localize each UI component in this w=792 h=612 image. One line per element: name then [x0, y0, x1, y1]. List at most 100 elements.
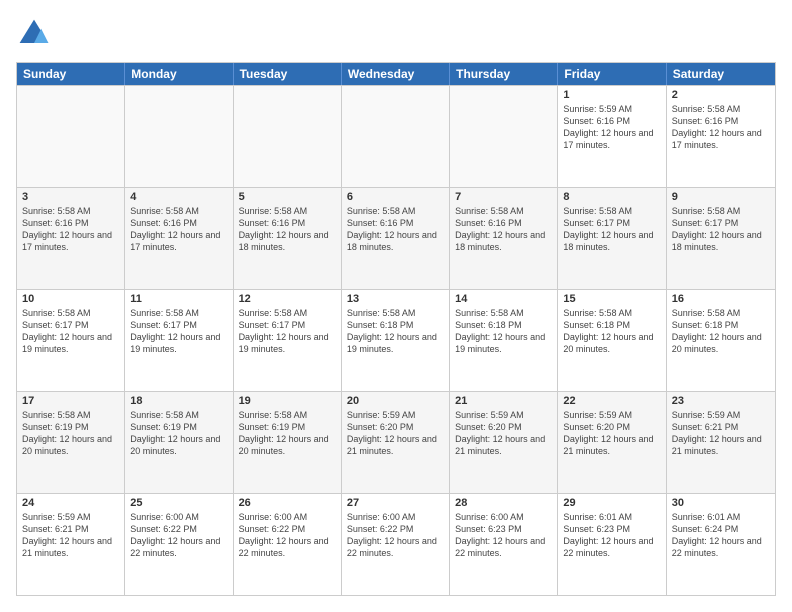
cal-day-22: 22 Sunrise: 5:59 AM Sunset: 6:20 PM Dayli… [558, 392, 666, 493]
cal-day-20: 20 Sunrise: 5:59 AM Sunset: 6:20 PM Dayli… [342, 392, 450, 493]
day-info: Sunrise: 5:58 AM Sunset: 6:17 PM Dayligh… [563, 205, 660, 254]
cal-day-7: 7 Sunrise: 5:58 AM Sunset: 6:16 PM Daylig… [450, 188, 558, 289]
cal-day-15: 15Sunrise: 5:58 AM Sunset: 6:18 PM Dayli… [558, 290, 666, 391]
day-info: Sunrise: 6:01 AM Sunset: 6:24 PM Dayligh… [672, 511, 770, 560]
day-info: Sunrise: 5:58 AM Sunset: 6:18 PM Dayligh… [347, 307, 444, 356]
cal-day-28: 28Sunrise: 6:00 AM Sunset: 6:23 PM Dayli… [450, 494, 558, 595]
day-number: 16 [672, 293, 770, 305]
day-info: Sunrise: 5:58 AM Sunset: 6:18 PM Dayligh… [672, 307, 770, 356]
cal-day-4: 4 Sunrise: 5:58 AM Sunset: 6:16 PM Daylig… [125, 188, 233, 289]
day-number: 8 [563, 191, 660, 203]
page: SundayMondayTuesdayWednesdayThursdayFrid… [0, 0, 792, 612]
col-header-saturday: Saturday [667, 63, 775, 85]
day-number: 22 [563, 395, 660, 407]
cal-day-5: 5 Sunrise: 5:58 AM Sunset: 6:16 PM Daylig… [234, 188, 342, 289]
col-header-thursday: Thursday [450, 63, 558, 85]
calendar-week-2: 3 Sunrise: 5:58 AM Sunset: 6:16 PM Daylig… [17, 187, 775, 289]
cal-day-8: 8 Sunrise: 5:58 AM Sunset: 6:17 PM Daylig… [558, 188, 666, 289]
col-header-tuesday: Tuesday [234, 63, 342, 85]
day-info: Sunrise: 5:59 AM Sunset: 6:20 PM Dayligh… [347, 409, 444, 458]
day-number: 1 [563, 89, 660, 101]
day-number: 3 [22, 191, 119, 203]
day-info: Sunrise: 6:00 AM Sunset: 6:22 PM Dayligh… [239, 511, 336, 560]
day-number: 18 [130, 395, 227, 407]
cal-day-24: 24 Sunrise: 5:59 AM Sunset: 6:21 PM Dayli… [17, 494, 125, 595]
day-number: 9 [672, 191, 770, 203]
day-info: Sunrise: 5:58 AM Sunset: 6:18 PM Dayligh… [455, 307, 552, 356]
day-info: Sunrise: 5:59 AM Sunset: 6:20 PM Dayligh… [455, 409, 552, 458]
cal-day-10: 10 Sunrise: 5:58 AM Sunset: 6:17 PM Dayli… [17, 290, 125, 391]
day-info: Sunrise: 5:58 AM Sunset: 6:16 PM Dayligh… [672, 103, 770, 152]
header [16, 16, 776, 52]
cal-day-empty [125, 86, 233, 187]
day-number: 21 [455, 395, 552, 407]
cal-day-empty [17, 86, 125, 187]
cal-day-30: 30 Sunrise: 6:01 AM Sunset: 6:24 PM Dayli… [667, 494, 775, 595]
cal-day-23: 23Sunrise: 5:59 AM Sunset: 6:21 PM Dayli… [667, 392, 775, 493]
cal-day-29: 29 Sunrise: 6:01 AM Sunset: 6:23 PM Dayli… [558, 494, 666, 595]
calendar: SundayMondayTuesdayWednesdayThursdayFrid… [16, 62, 776, 596]
day-number: 5 [239, 191, 336, 203]
day-info: Sunrise: 5:58 AM Sunset: 6:17 PM Dayligh… [239, 307, 336, 356]
day-info: Sunrise: 5:58 AM Sunset: 6:16 PM Dayligh… [347, 205, 444, 254]
day-number: 4 [130, 191, 227, 203]
cal-day-12: 12 Sunrise: 5:58 AM Sunset: 6:17 PM Dayli… [234, 290, 342, 391]
day-number: 13 [347, 293, 444, 305]
day-info: Sunrise: 6:00 AM Sunset: 6:22 PM Dayligh… [130, 511, 227, 560]
day-info: Sunrise: 5:58 AM Sunset: 6:17 PM Dayligh… [22, 307, 119, 356]
cal-day-11: 11 Sunrise: 5:58 AM Sunset: 6:17 PM Dayli… [125, 290, 233, 391]
day-number: 28 [455, 497, 552, 509]
day-info: Sunrise: 5:59 AM Sunset: 6:21 PM Dayligh… [672, 409, 770, 458]
col-header-sunday: Sunday [17, 63, 125, 85]
day-info: Sunrise: 5:58 AM Sunset: 6:17 PM Dayligh… [130, 307, 227, 356]
calendar-week-1: 1 Sunrise: 5:59 AM Sunset: 6:16 PM Daylig… [17, 85, 775, 187]
cal-day-empty [342, 86, 450, 187]
calendar-body: 1 Sunrise: 5:59 AM Sunset: 6:16 PM Daylig… [17, 85, 775, 595]
calendar-header-row: SundayMondayTuesdayWednesdayThursdayFrid… [17, 63, 775, 85]
cal-day-26: 26 Sunrise: 6:00 AM Sunset: 6:22 PM Dayli… [234, 494, 342, 595]
cal-day-3: 3Sunrise: 5:58 AM Sunset: 6:16 PM Daylig… [17, 188, 125, 289]
day-number: 26 [239, 497, 336, 509]
day-number: 2 [672, 89, 770, 101]
calendar-week-5: 24 Sunrise: 5:59 AM Sunset: 6:21 PM Dayli… [17, 493, 775, 595]
day-number: 24 [22, 497, 119, 509]
cal-day-2: 2 Sunrise: 5:58 AM Sunset: 6:16 PM Daylig… [667, 86, 775, 187]
day-number: 11 [130, 293, 227, 305]
day-info: Sunrise: 5:58 AM Sunset: 6:16 PM Dayligh… [130, 205, 227, 254]
calendar-week-3: 10 Sunrise: 5:58 AM Sunset: 6:17 PM Dayli… [17, 289, 775, 391]
cal-day-17: 17 Sunrise: 5:58 AM Sunset: 6:19 PM Dayli… [17, 392, 125, 493]
day-info: Sunrise: 6:00 AM Sunset: 6:22 PM Dayligh… [347, 511, 444, 560]
day-number: 29 [563, 497, 660, 509]
day-info: Sunrise: 5:58 AM Sunset: 6:19 PM Dayligh… [130, 409, 227, 458]
day-number: 12 [239, 293, 336, 305]
day-number: 15 [563, 293, 660, 305]
logo-icon [16, 16, 52, 52]
day-number: 19 [239, 395, 336, 407]
col-header-monday: Monday [125, 63, 233, 85]
cal-day-19: 19Sunrise: 5:58 AM Sunset: 6:19 PM Dayli… [234, 392, 342, 493]
cal-day-9: 9 Sunrise: 5:58 AM Sunset: 6:17 PM Daylig… [667, 188, 775, 289]
cal-day-25: 25Sunrise: 6:00 AM Sunset: 6:22 PM Dayli… [125, 494, 233, 595]
day-info: Sunrise: 6:01 AM Sunset: 6:23 PM Dayligh… [563, 511, 660, 560]
day-info: Sunrise: 5:58 AM Sunset: 6:16 PM Dayligh… [455, 205, 552, 254]
cal-day-13: 13 Sunrise: 5:58 AM Sunset: 6:18 PM Dayli… [342, 290, 450, 391]
day-info: Sunrise: 5:58 AM Sunset: 6:17 PM Dayligh… [672, 205, 770, 254]
cal-day-empty [450, 86, 558, 187]
day-info: Sunrise: 5:59 AM Sunset: 6:21 PM Dayligh… [22, 511, 119, 560]
day-info: Sunrise: 5:58 AM Sunset: 6:16 PM Dayligh… [239, 205, 336, 254]
day-number: 17 [22, 395, 119, 407]
day-number: 30 [672, 497, 770, 509]
cal-day-1: 1 Sunrise: 5:59 AM Sunset: 6:16 PM Daylig… [558, 86, 666, 187]
cal-day-21: 21 Sunrise: 5:59 AM Sunset: 6:20 PM Dayli… [450, 392, 558, 493]
day-info: Sunrise: 5:58 AM Sunset: 6:19 PM Dayligh… [22, 409, 119, 458]
col-header-friday: Friday [558, 63, 666, 85]
col-header-wednesday: Wednesday [342, 63, 450, 85]
day-number: 20 [347, 395, 444, 407]
day-number: 7 [455, 191, 552, 203]
day-info: Sunrise: 5:59 AM Sunset: 6:16 PM Dayligh… [563, 103, 660, 152]
day-number: 10 [22, 293, 119, 305]
cal-day-14: 14Sunrise: 5:58 AM Sunset: 6:18 PM Dayli… [450, 290, 558, 391]
cal-day-18: 18 Sunrise: 5:58 AM Sunset: 6:19 PM Dayli… [125, 392, 233, 493]
day-number: 27 [347, 497, 444, 509]
day-info: Sunrise: 5:59 AM Sunset: 6:20 PM Dayligh… [563, 409, 660, 458]
